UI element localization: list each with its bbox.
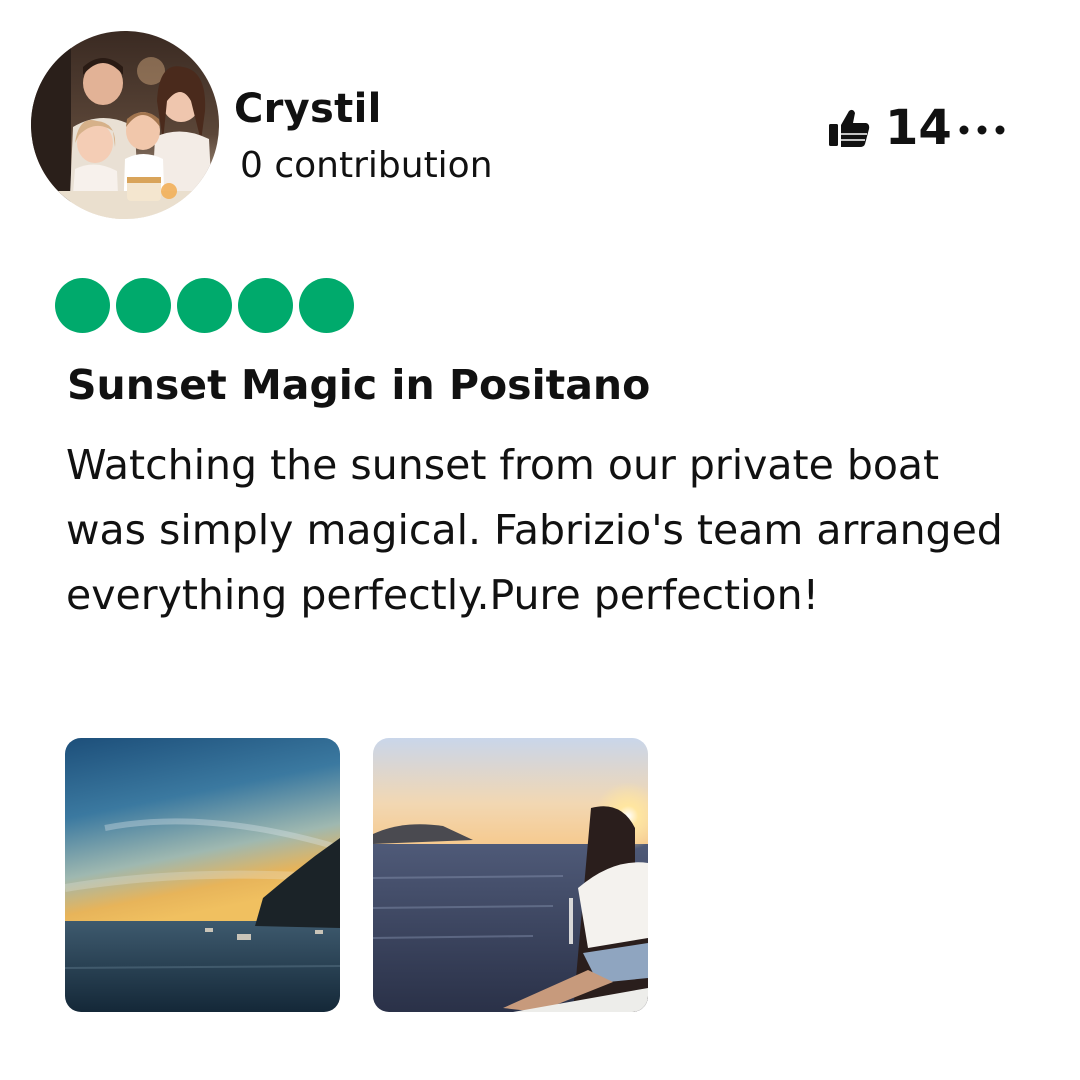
- sunset-coast-photo: [65, 738, 340, 1012]
- review-photo-sunset-coast[interactable]: [65, 738, 340, 1012]
- helpful-count: 14: [885, 100, 952, 156]
- avatar[interactable]: [31, 31, 219, 219]
- review-card: Crystil 0 contribution 14 Sunset Magic i…: [0, 0, 1080, 1080]
- helpful-button[interactable]: 14: [827, 98, 952, 158]
- ellipsis-icon: [959, 125, 1005, 135]
- thumbs-up-icon: [829, 109, 870, 147]
- rating-bubble-filled: [55, 278, 110, 333]
- rating-bubble-filled: [116, 278, 171, 333]
- rating-bubble-filled: [238, 278, 293, 333]
- contribution-count: 0 contribution: [240, 145, 493, 186]
- review-title: Sunset Magic in Positano: [67, 361, 651, 409]
- rating-bubble-filled: [299, 278, 354, 333]
- rating-bubbles: [55, 278, 354, 333]
- woman-on-boat-photo: [373, 738, 648, 1012]
- user-name[interactable]: Crystil: [234, 84, 382, 134]
- review-body: Watching the sunset from our private boa…: [66, 441, 1003, 619]
- family-photo-avatar: [31, 31, 219, 219]
- more-options-button[interactable]: [956, 118, 1010, 142]
- review-photo-woman-on-boat[interactable]: [373, 738, 648, 1012]
- rating-bubble-filled: [177, 278, 232, 333]
